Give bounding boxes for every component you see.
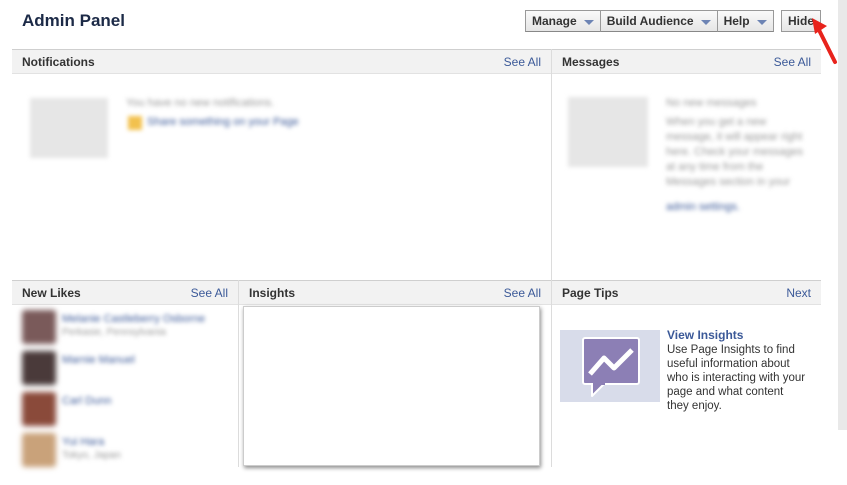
new-likes-header: New Likes See All <box>12 280 238 305</box>
like-name: Carl Dunn <box>62 395 112 407</box>
like-name: Melanie Castleberry Osborne <box>62 313 206 325</box>
page-tips-heading: Page Tips <box>562 285 619 300</box>
list-item[interactable]: Melanie Castleberry Osborne Perkasie, Pe… <box>14 307 234 348</box>
scrollbar[interactable] <box>838 0 847 430</box>
help-menu-button[interactable]: Help <box>717 10 774 32</box>
messages-empty-illustration <box>568 97 648 167</box>
like-subtitle: Tokyo, Japan <box>62 450 121 461</box>
admin-toolbar: Manage Build Audience Help <box>525 10 774 32</box>
notifications-heading: Notifications <box>22 54 95 69</box>
new-likes-see-all-link[interactable]: See All <box>191 286 228 300</box>
chevron-down-icon <box>583 19 594 25</box>
messages-empty-title: No new messages <box>666 97 757 109</box>
insights-heading: Insights <box>249 285 296 300</box>
insights-see-all-link[interactable]: See All <box>504 286 541 300</box>
notifications-empty-text: You have no new notifications. <box>126 97 275 109</box>
build-audience-menu-label: Build Audience <box>606 14 694 28</box>
notifications-see-all-link[interactable]: See All <box>504 55 541 69</box>
column-divider <box>238 280 239 467</box>
help-menu-label: Help <box>723 14 750 28</box>
notifications-empty-illustration <box>30 98 108 158</box>
page-title: Admin Panel <box>22 11 125 30</box>
insights-header: Insights See All <box>239 280 551 305</box>
new-likes-heading: New Likes <box>22 285 81 300</box>
avatar <box>22 392 56 426</box>
page-tips-next-link[interactable]: Next <box>786 286 811 300</box>
avatar <box>22 351 56 385</box>
column-divider <box>551 49 552 467</box>
insights-chart-area <box>243 306 540 466</box>
page-tips-header: Page Tips Next <box>552 280 821 305</box>
insights-chart-icon <box>582 337 640 397</box>
manage-menu-label: Manage <box>532 14 577 28</box>
tip-description: Use Page Insights to find useful informa… <box>667 344 806 412</box>
messages-header: Messages See All <box>552 49 821 74</box>
share-icon <box>128 116 142 130</box>
share-something-link[interactable]: Share something on your Page <box>147 116 299 128</box>
list-item[interactable]: Yui Hara Tokyo, Japan <box>14 430 234 471</box>
avatar <box>22 433 56 467</box>
like-name: Yui Hara <box>62 436 105 448</box>
chevron-down-icon <box>756 19 767 25</box>
notifications-header: Notifications See All <box>12 49 551 74</box>
messages-heading: Messages <box>562 54 620 69</box>
avatar <box>22 310 56 344</box>
manage-menu-button[interactable]: Manage <box>525 10 601 32</box>
messages-see-all-link[interactable]: See All <box>774 55 811 69</box>
admin-settings-link[interactable]: admin settings. <box>666 201 740 213</box>
like-subtitle: Perkasie, Pennsylvania <box>62 327 166 338</box>
like-name: Marnie Manuel <box>62 354 135 366</box>
insights-tip-icon <box>560 330 660 402</box>
build-audience-menu-button[interactable]: Build Audience <box>600 10 718 32</box>
messages-empty-description: When you get a new message, it will appe… <box>666 116 803 188</box>
chevron-down-icon <box>700 19 711 25</box>
list-item[interactable]: Marnie Manuel <box>14 348 234 389</box>
view-insights-link[interactable]: View Insights <box>667 328 743 342</box>
list-item[interactable]: Carl Dunn <box>14 389 234 430</box>
